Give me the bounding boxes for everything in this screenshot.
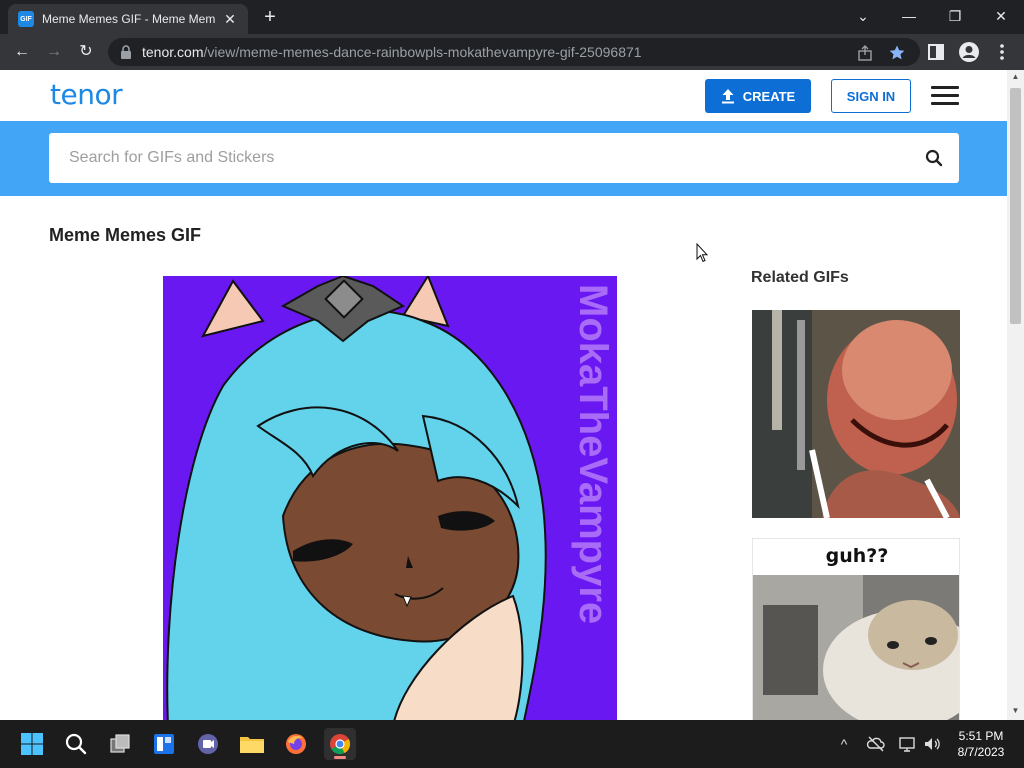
clock-time: 5:51 PM <box>958 729 1004 743</box>
restore-button[interactable]: ❐ <box>937 2 973 30</box>
page-viewport: tenor CREATE SIGN IN Meme Memes GIF <box>0 70 1007 720</box>
page-title: Meme Memes GIF <box>49 225 202 245</box>
firefox-icon[interactable] <box>280 728 312 760</box>
windows-taskbar: ^ 5:51 PM 8/7/2023 <box>0 720 1024 768</box>
main-gif-image[interactable]: MokaTheVampyre <box>163 276 617 720</box>
clock-date: 8/7/2023 <box>957 745 1005 759</box>
minimize-button[interactable]: — <box>891 2 927 30</box>
lock-icon[interactable] <box>120 45 132 59</box>
page-scrollbar[interactable]: ▲ ▼ <box>1007 70 1024 720</box>
reload-button[interactable]: ↻ <box>74 40 98 64</box>
search-box <box>49 133 959 183</box>
search-taskbar-icon[interactable] <box>60 728 92 760</box>
hamburger-menu-icon[interactable] <box>931 86 959 106</box>
scroll-down-icon[interactable]: ▼ <box>1007 704 1024 718</box>
profile-avatar-icon[interactable] <box>958 41 980 63</box>
create-button[interactable]: CREATE <box>705 79 811 113</box>
url-text: tenor.com/view/meme-memes-dance-rainbowp… <box>142 44 642 60</box>
search-banner <box>0 121 1007 196</box>
related-gif-item[interactable]: guh?? <box>752 538 960 720</box>
task-view-icon[interactable] <box>104 728 136 760</box>
url-host: tenor.com <box>142 44 204 60</box>
site-header: tenor CREATE SIGN IN <box>0 70 1007 121</box>
side-panel-icon[interactable] <box>926 42 946 62</box>
browser-tab-active[interactable]: GIF Meme Memes GIF - Meme Mem ✕ <box>8 4 248 34</box>
network-icon[interactable] <box>898 734 918 754</box>
tray-overflow-chevron-icon[interactable]: ^ <box>834 734 854 754</box>
gif-favicon-icon: GIF <box>18 11 34 27</box>
forward-button[interactable]: → <box>42 40 66 64</box>
tenor-logo[interactable]: tenor <box>50 78 123 111</box>
close-window-button[interactable]: ✕ <box>983 2 1019 30</box>
address-bar[interactable]: tenor.com/view/meme-memes-dance-rainbowp… <box>108 38 920 66</box>
browser-tab-strip: GIF Meme Memes GIF - Meme Mem ✕ + ⌄ — ❐ … <box>0 0 1024 34</box>
upload-icon <box>721 89 734 104</box>
scroll-up-icon[interactable]: ▲ <box>1007 70 1024 84</box>
chrome-icon[interactable] <box>324 728 356 760</box>
new-tab-button[interactable]: + <box>258 6 282 30</box>
search-icon[interactable] <box>925 149 943 167</box>
related-gifs-heading: Related GIFs <box>751 269 849 286</box>
bald-man-grin-thumbnail <box>752 310 960 518</box>
more-menu-icon[interactable] <box>994 42 1010 62</box>
tab-title: Meme Memes GIF - Meme Mem <box>42 12 216 26</box>
url-path: /view/meme-memes-dance-rainbowpls-mokath… <box>203 44 642 60</box>
cat-thumbnail <box>753 575 959 720</box>
mouse-cursor-icon <box>696 243 708 263</box>
sign-in-button[interactable]: SIGN IN <box>831 79 911 113</box>
search-input[interactable] <box>49 133 909 183</box>
tab-search-button[interactable]: ⌄ <box>845 2 881 30</box>
close-tab-icon[interactable]: ✕ <box>222 11 238 27</box>
related-gif-item[interactable] <box>752 310 960 518</box>
file-explorer-icon[interactable] <box>236 728 268 760</box>
volume-icon[interactable] <box>922 734 942 754</box>
teams-chat-icon[interactable] <box>192 728 224 760</box>
create-label: CREATE <box>742 88 796 104</box>
back-button[interactable]: ← <box>10 40 34 64</box>
gif-watermark: MokaTheVampyre <box>571 284 615 625</box>
onedrive-offline-icon[interactable] <box>866 734 886 754</box>
scrollbar-thumb[interactable] <box>1010 88 1021 324</box>
gif-caption: guh?? <box>753 539 959 575</box>
system-clock[interactable]: 5:51 PM 8/7/2023 <box>950 728 1012 760</box>
bookmark-star-icon[interactable] <box>888 44 906 62</box>
browser-toolbar: ← → ↻ tenor.com/view/meme-memes-dance-ra… <box>0 34 1024 70</box>
widgets-icon[interactable] <box>148 728 180 760</box>
anime-girl-illustration <box>163 276 617 720</box>
start-icon[interactable] <box>16 728 48 760</box>
share-icon[interactable] <box>856 44 874 62</box>
